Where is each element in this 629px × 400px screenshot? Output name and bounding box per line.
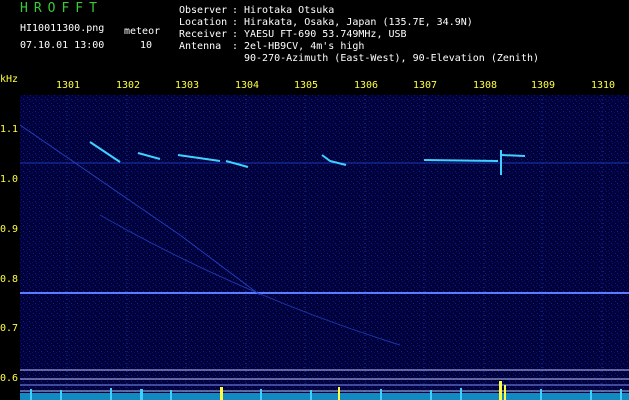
spectrogram-window: HROFFT HI10011300.png 07.10.01 13:00 met… bbox=[0, 0, 629, 400]
freq-label: 0.8 bbox=[0, 274, 19, 285]
time-label: 1305 bbox=[294, 80, 319, 91]
freq-label: 0.9 bbox=[0, 224, 19, 235]
colon: : bbox=[232, 17, 239, 28]
time-label: 1310 bbox=[591, 80, 616, 91]
colon: : bbox=[232, 29, 239, 40]
receiver-label: Receiver bbox=[179, 29, 228, 40]
time-label: 1309 bbox=[531, 80, 556, 91]
time-label: 1308 bbox=[473, 80, 498, 91]
time-label: 1306 bbox=[354, 80, 379, 91]
freq-label: 0.6 bbox=[0, 373, 19, 384]
time-label: 1301 bbox=[56, 80, 81, 91]
mode-label: meteor bbox=[124, 26, 161, 37]
colon: : bbox=[232, 41, 239, 52]
observer-label: Observer bbox=[179, 5, 228, 16]
freq-label: 1.0 bbox=[0, 174, 19, 185]
location-label: Location bbox=[179, 17, 228, 28]
count-value: 10 bbox=[140, 40, 153, 51]
colon: : bbox=[232, 5, 239, 16]
observer-value: Hirotaka Otsuka bbox=[244, 5, 335, 16]
unit-label: kHz bbox=[0, 74, 19, 85]
filename: HI10011300.png bbox=[20, 23, 105, 34]
brand-title: HROFFT bbox=[20, 1, 103, 16]
freq-label: 1.1 bbox=[0, 124, 19, 135]
time-label: 1304 bbox=[235, 80, 260, 91]
time-label: 1307 bbox=[413, 80, 438, 91]
antenna-value: 2el-HB9CV, 4m's high bbox=[244, 41, 365, 52]
time-label: 1302 bbox=[116, 80, 141, 91]
spectrogram-canvas bbox=[20, 95, 629, 400]
freq-label: 0.7 bbox=[0, 323, 19, 334]
time-label: 1303 bbox=[175, 80, 200, 91]
spectrogram-plot bbox=[20, 95, 629, 400]
receiver-value: YAESU FT-690 53.749MHz, USB bbox=[244, 29, 407, 40]
antenna-value-2: 90-270-Azimuth (East-West), 90-Elevation… bbox=[244, 53, 540, 64]
datetime: 07.10.01 13:00 bbox=[20, 40, 105, 51]
location-value: Hirakata, Osaka, Japan (135.7E, 34.9N) bbox=[244, 17, 473, 28]
antenna-label: Antenna bbox=[179, 41, 222, 52]
